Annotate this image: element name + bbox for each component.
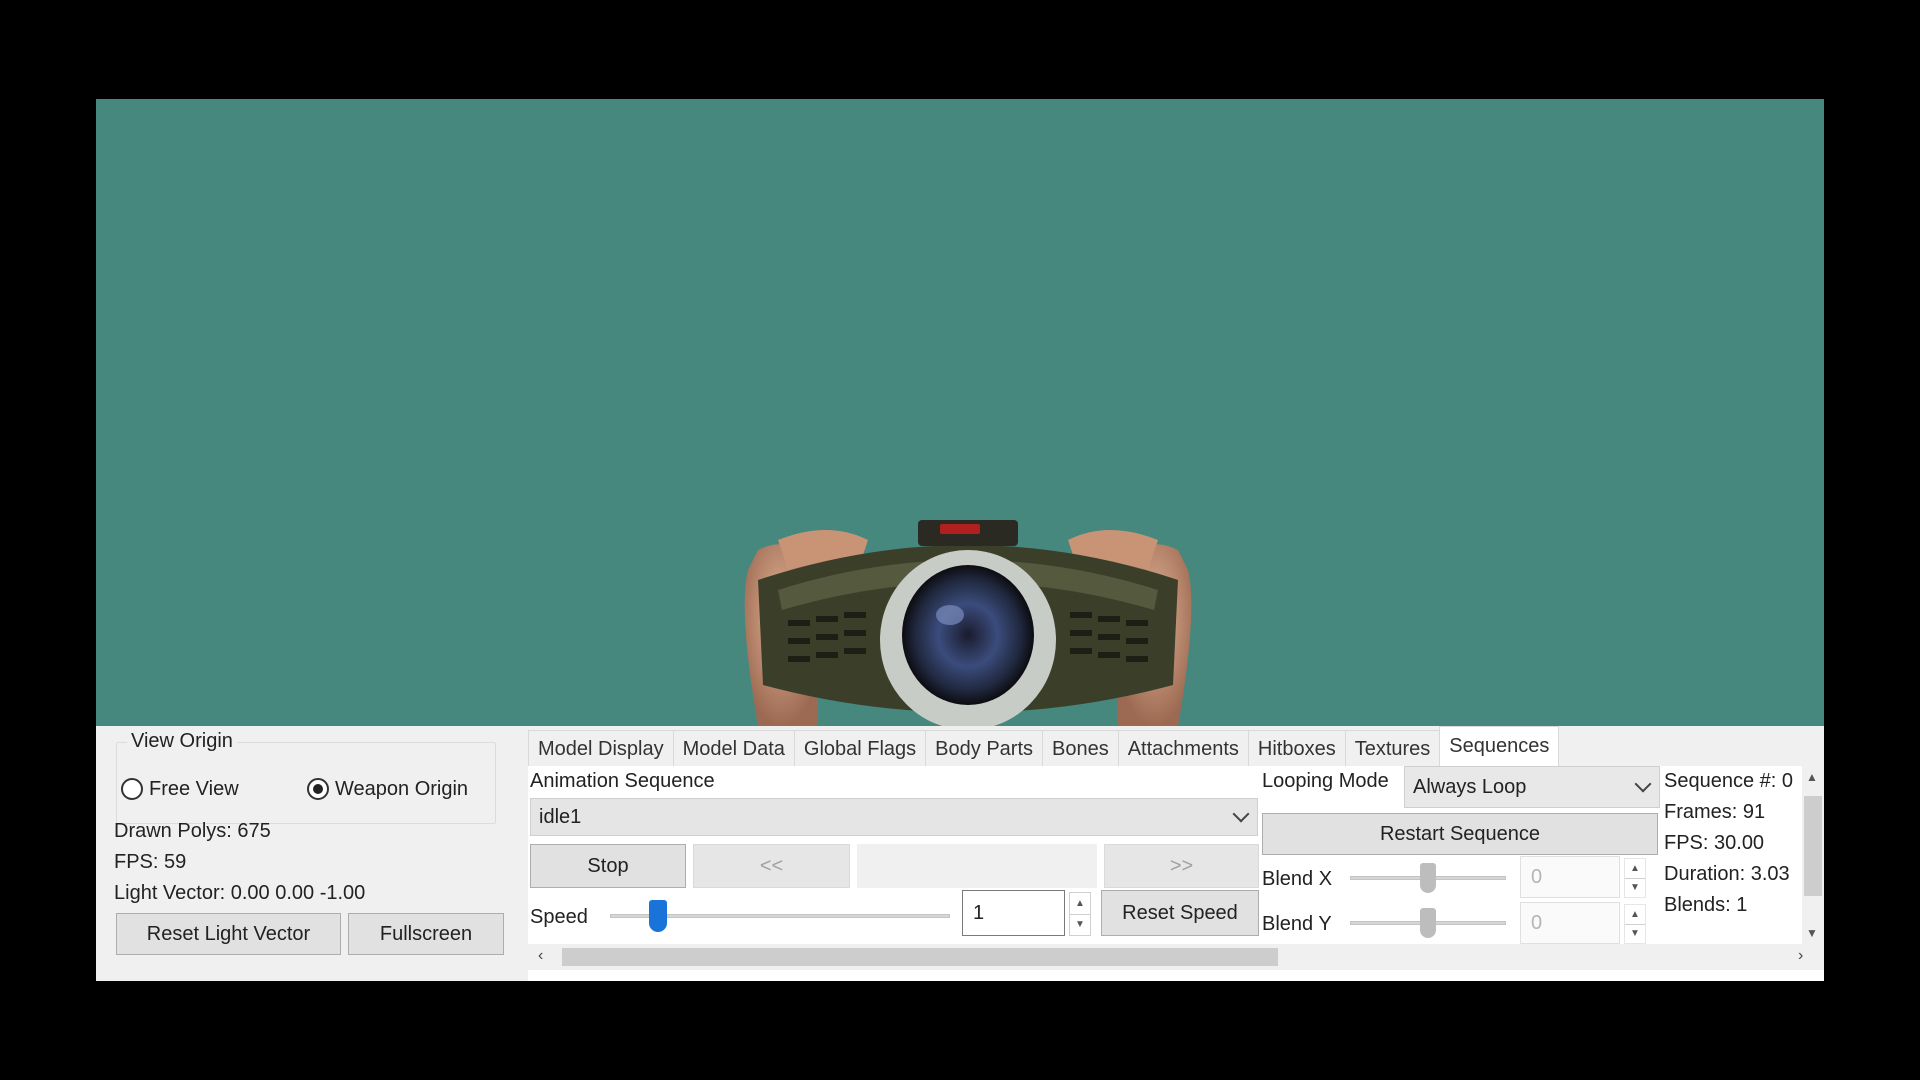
tab-bar: Model Display Model Data Global Flags Bo… (528, 726, 1560, 766)
previous-frame-button[interactable]: << (693, 844, 850, 888)
looping-mode-label: Looping Mode (1262, 770, 1389, 792)
blend-x-slider-thumb[interactable] (1420, 863, 1436, 893)
speed-label: Speed (530, 906, 588, 928)
drawn-polys-text: Drawn Polys: 675 (114, 820, 271, 842)
speed-slider-thumb[interactable] (649, 900, 667, 932)
tab-textures[interactable]: Textures (1344, 730, 1441, 766)
reset-speed-button[interactable]: Reset Speed (1101, 890, 1259, 936)
horizontal-scrollbar[interactable]: ‹ › (528, 944, 1824, 970)
spin-down-icon[interactable]: ▼ (1625, 923, 1645, 944)
tab-body-parts[interactable]: Body Parts (925, 730, 1043, 766)
blend-y-input[interactable]: 0 (1520, 902, 1620, 944)
tab-attachments[interactable]: Attachments (1117, 730, 1249, 766)
model-viewer-window: View Origin Free View Weapon Origin Draw… (96, 99, 1824, 981)
radio-circle-icon (121, 778, 143, 800)
frame-counter-area (857, 844, 1097, 888)
animation-sequence-label: Animation Sequence (530, 770, 715, 792)
light-vector-text: Light Vector: 0.00 0.00 -1.00 (114, 882, 366, 904)
scroll-right-icon[interactable]: › (1798, 947, 1803, 965)
speed-spinner[interactable]: ▲ ▼ (1069, 892, 1091, 936)
view-origin-group: View Origin Free View Weapon Origin (116, 729, 496, 824)
animation-sequence-value: idle1 (539, 806, 582, 828)
blend-y-slider[interactable] (1350, 903, 1506, 943)
tab-hitboxes[interactable]: Hitboxes (1247, 730, 1346, 766)
spin-up-icon[interactable]: ▲ (1070, 893, 1090, 914)
blends-text: Blends: 1 (1664, 894, 1748, 916)
spin-up-icon[interactable]: ▲ (1625, 859, 1645, 878)
spin-down-icon[interactable]: ▼ (1625, 877, 1645, 898)
control-panel: View Origin Free View Weapon Origin Draw… (96, 726, 1824, 981)
frames-text: Frames: 91 (1664, 801, 1766, 823)
fullscreen-button[interactable]: Fullscreen (348, 913, 504, 955)
stop-button[interactable]: Stop (530, 844, 686, 888)
speed-input[interactable]: 1 (962, 890, 1065, 936)
free-view-label: Free View (149, 778, 239, 800)
sequence-fps-text: FPS: 30.00 (1664, 832, 1765, 854)
restart-sequence-button[interactable]: Restart Sequence (1262, 813, 1658, 855)
blend-x-spinner[interactable]: ▲ ▼ (1624, 858, 1646, 898)
tab-model-display[interactable]: Model Display (528, 730, 674, 766)
sequences-tab-content: Animation Sequence idle1 Stop << >> Spee… (528, 766, 1824, 981)
weapon-origin-label: Weapon Origin (335, 778, 469, 800)
tab-model-data[interactable]: Model Data (672, 730, 795, 766)
tab-global-flags[interactable]: Global Flags (793, 730, 927, 766)
free-view-radio[interactable]: Free View (121, 777, 239, 801)
speed-slider[interactable] (610, 896, 950, 936)
next-frame-button[interactable]: >> (1104, 844, 1259, 888)
3d-viewport[interactable] (96, 99, 1824, 726)
info-vertical-scrollbar[interactable]: ▲ ▼ (1802, 766, 1824, 946)
chevron-down-icon (1634, 775, 1652, 793)
blend-x-label: Blend X (1262, 868, 1333, 890)
blend-y-label: Blend Y (1262, 913, 1332, 935)
info-scrollbar-thumb[interactable] (1804, 796, 1822, 896)
tab-sequences[interactable]: Sequences (1439, 726, 1560, 766)
view-origin-title: View Origin (127, 729, 237, 753)
spin-down-icon[interactable]: ▼ (1070, 913, 1090, 936)
speed-input-value: 1 (973, 901, 985, 924)
blend-x-value: 0 (1531, 865, 1543, 888)
blend-y-slider-thumb[interactable] (1420, 908, 1436, 938)
horizontal-scrollbar-thumb[interactable] (562, 948, 1278, 966)
scroll-up-icon[interactable]: ▲ (1806, 770, 1818, 784)
fps-text: FPS: 59 (114, 851, 187, 873)
sequence-number-text: Sequence #: 0 (1664, 770, 1793, 792)
weapon-model-render (744, 520, 1192, 726)
radio-selected-icon (307, 778, 329, 800)
tab-bones[interactable]: Bones (1042, 730, 1119, 766)
blend-x-input[interactable]: 0 (1520, 856, 1620, 898)
scroll-down-icon[interactable]: ▼ (1806, 926, 1818, 940)
scroll-left-icon[interactable]: ‹ (538, 947, 543, 965)
sequence-info-panel: Sequence #: 0 Frames: 91 FPS: 30.00 Dura… (1662, 766, 1824, 946)
reset-light-vector-button[interactable]: Reset Light Vector (116, 913, 341, 955)
spin-up-icon[interactable]: ▲ (1625, 905, 1645, 924)
blend-y-value: 0 (1531, 911, 1543, 934)
duration-text: Duration: 3.03 (1664, 863, 1790, 885)
looping-mode-dropdown[interactable]: Always Loop (1404, 766, 1660, 808)
blend-x-slider[interactable] (1350, 858, 1506, 898)
weapon-origin-radio[interactable]: Weapon Origin (307, 777, 468, 801)
looping-mode-value: Always Loop (1413, 776, 1527, 798)
blend-y-spinner[interactable]: ▲ ▼ (1624, 904, 1646, 944)
animation-sequence-dropdown[interactable]: idle1 (530, 798, 1258, 836)
chevron-down-icon (1232, 805, 1250, 823)
